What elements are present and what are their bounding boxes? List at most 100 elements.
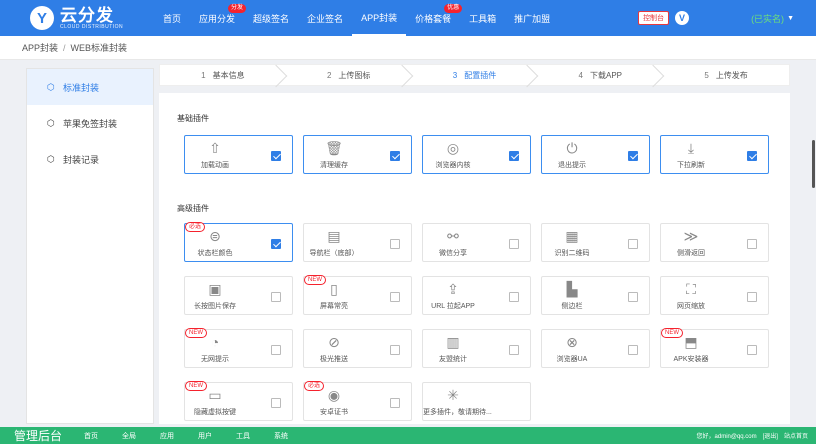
plugin-label: URL 拉起APP	[431, 303, 475, 310]
verified-status[interactable]: (已实名)	[751, 12, 784, 25]
plugin-card[interactable]: ▭ 隐藏虚拟按键 NEW	[184, 381, 293, 421]
plugin-card[interactable]: ⇪ URL 拉起APP	[422, 276, 531, 315]
step-4[interactable]: 4 下载APP	[537, 65, 663, 85]
console-button[interactable]: 控制台	[638, 11, 670, 25]
plugin-checkbox[interactable]	[747, 292, 757, 302]
plugin-checkbox[interactable]	[271, 345, 281, 355]
nav-item-3[interactable]: 企业签名	[298, 0, 352, 36]
plugin-checkbox[interactable]	[271, 151, 281, 161]
plugin-label: 屏幕常亮	[320, 303, 348, 310]
plugin-checkbox[interactable]	[271, 398, 281, 408]
site-home-link[interactable]: 站点首页	[784, 431, 808, 440]
section-title-basic: 基础插件	[177, 114, 209, 123]
nav-item-4[interactable]: APP封装	[352, 0, 407, 36]
step-2[interactable]: 2 上传图标	[286, 65, 412, 85]
plugin-checkbox[interactable]	[271, 239, 281, 249]
cube-icon: ⬡	[47, 81, 55, 92]
step-number: 4	[578, 70, 583, 80]
plugin-card[interactable]: ≫ 侧滑返回	[660, 223, 769, 262]
plugin-card[interactable]: ▣ 长按图片保存	[184, 276, 293, 315]
logo-icon: Y	[30, 6, 54, 30]
plugin-card[interactable]: ▦ 识别二维码	[541, 223, 650, 262]
breadcrumb-item[interactable]: APP封装	[22, 41, 58, 54]
admin-nav-item-3[interactable]: 用户	[198, 431, 212, 441]
plugin-card[interactable]: ▤ 导航栏（底部）	[303, 223, 412, 262]
admin-nav-item-5[interactable]: 系统	[274, 431, 288, 441]
plugin-card[interactable]: ▯ 屏幕常亮 NEW	[303, 275, 412, 315]
plugin-label: 导航栏（底部）	[309, 250, 359, 257]
plugin-card[interactable]: ◎ 浏览器内核	[422, 135, 531, 174]
plugin-label: 状态栏颜色	[197, 250, 233, 257]
admin-nav-item-1[interactable]: 全局	[122, 431, 136, 441]
plugin-label: 网页缩放	[677, 303, 705, 310]
plugin-checkbox[interactable]	[390, 239, 400, 249]
plugin-card[interactable]: 🗑 清理缓存	[303, 135, 412, 174]
plugin-card[interactable]: ⇧ 加载动画	[184, 135, 293, 174]
step-label: 上传图标	[338, 70, 371, 80]
plugin-checkbox[interactable]	[628, 151, 638, 161]
plugin-card[interactable]: ◉ 安卓证书 必选	[303, 381, 412, 421]
plugin-card[interactable]: ▙ 侧边栏	[541, 276, 650, 315]
breadcrumb: APP封装 / WEB标准封装	[0, 36, 816, 60]
plugin-label: 更多插件，敬请期待...	[423, 409, 492, 416]
step-number: 2	[326, 70, 332, 80]
admin-nav-item-0[interactable]: 首页	[84, 431, 98, 441]
plugin-checkbox[interactable]	[747, 345, 757, 355]
plugin-checkbox[interactable]	[509, 292, 519, 302]
step-label: 配置插件	[464, 70, 497, 80]
plugin-card[interactable]: ⬒ APK安装器 NEW	[660, 328, 769, 368]
scrollbar[interactable]	[812, 140, 815, 188]
admin-nav-item-2[interactable]: 应用	[160, 431, 174, 441]
plugin-checkbox[interactable]	[747, 151, 757, 161]
plugin-checkbox[interactable]	[747, 239, 757, 249]
plugin-card[interactable]: ⛶ 网页缩放	[660, 276, 769, 315]
plugin-checkbox[interactable]	[509, 345, 519, 355]
plugin-checkbox[interactable]	[509, 151, 519, 161]
nav-item-1[interactable]: 应用分发 分发	[190, 0, 247, 36]
plugin-checkbox[interactable]	[390, 151, 400, 161]
plugin-checkbox[interactable]	[628, 239, 638, 249]
sidebar-item-1[interactable]: ⬡ 苹果免签封装	[27, 105, 153, 141]
step-1[interactable]: 1 基本信息	[160, 65, 286, 85]
logout-link[interactable]: [退出]	[763, 431, 778, 440]
admin-title: 管理后台	[14, 429, 63, 443]
nav-item-7[interactable]: 推广加盟	[505, 0, 559, 36]
admin-nav-item-4[interactable]: 工具	[236, 431, 250, 441]
plugin-card[interactable]: ✳ 更多插件，敬请期待...	[422, 382, 531, 421]
plugin-card[interactable]: ⚯ 微信分享	[422, 223, 531, 262]
plugin-checkbox[interactable]	[628, 292, 638, 302]
plugin-checkbox[interactable]	[390, 398, 400, 408]
plugin-card[interactable]: ⊘ 极光推送	[303, 329, 412, 368]
sidebar-item-2[interactable]: ⬡ 封装记录	[27, 141, 153, 177]
nav-item-label: 企业签名	[307, 13, 344, 24]
plugin-checkbox[interactable]	[390, 292, 400, 302]
step-3[interactable]: 3 配置插件	[412, 65, 538, 85]
brand-logo[interactable]: Y 云分发 CLOUD DISTRIBUTION	[30, 6, 142, 30]
plugin-card[interactable]: ⏻ 退出提示	[541, 135, 650, 174]
vip-icon: V	[675, 11, 690, 25]
plugin-icon: ⊘	[328, 334, 340, 350]
plugin-checkbox[interactable]	[509, 239, 519, 249]
sidebar-item-label: 封装记录	[63, 154, 100, 165]
nav-item-0[interactable]: 首页	[154, 0, 190, 36]
plugin-card[interactable]: ⤓ 下拉刷新	[660, 135, 769, 174]
section-title-advanced: 高级插件	[177, 204, 209, 213]
nav-item-6[interactable]: 工具箱	[460, 0, 505, 36]
plugin-card[interactable]: ◔ 无网提示 NEW	[184, 328, 293, 368]
step-label: 下载APP	[590, 70, 623, 80]
nav-item-5[interactable]: 价格套餐 优惠	[406, 0, 463, 36]
plugin-checkbox[interactable]	[628, 345, 638, 355]
plugin-checkbox[interactable]	[271, 292, 281, 302]
plugin-label: 侧滑返回	[677, 250, 705, 257]
nav-item-2[interactable]: 超级签名	[244, 0, 298, 36]
plugin-checkbox[interactable]	[390, 345, 400, 355]
plugin-card[interactable]: ▥ 友盟统计	[422, 329, 531, 368]
sidebar-item-0[interactable]: ⬡ 标准封装	[27, 69, 153, 105]
chevron-down-icon[interactable]: ▼	[787, 15, 794, 22]
step-5[interactable]: 5 上传发布	[663, 65, 789, 85]
plugin-card[interactable]: ⊜ 状态栏颜色 必选	[184, 222, 293, 262]
sidebar-item-label: 苹果免签封装	[63, 118, 118, 129]
plugin-icon: ⇪	[447, 281, 459, 297]
nav-item-label: 工具箱	[469, 13, 497, 24]
plugin-card[interactable]: ⊗ 浏览器UA	[541, 329, 650, 368]
